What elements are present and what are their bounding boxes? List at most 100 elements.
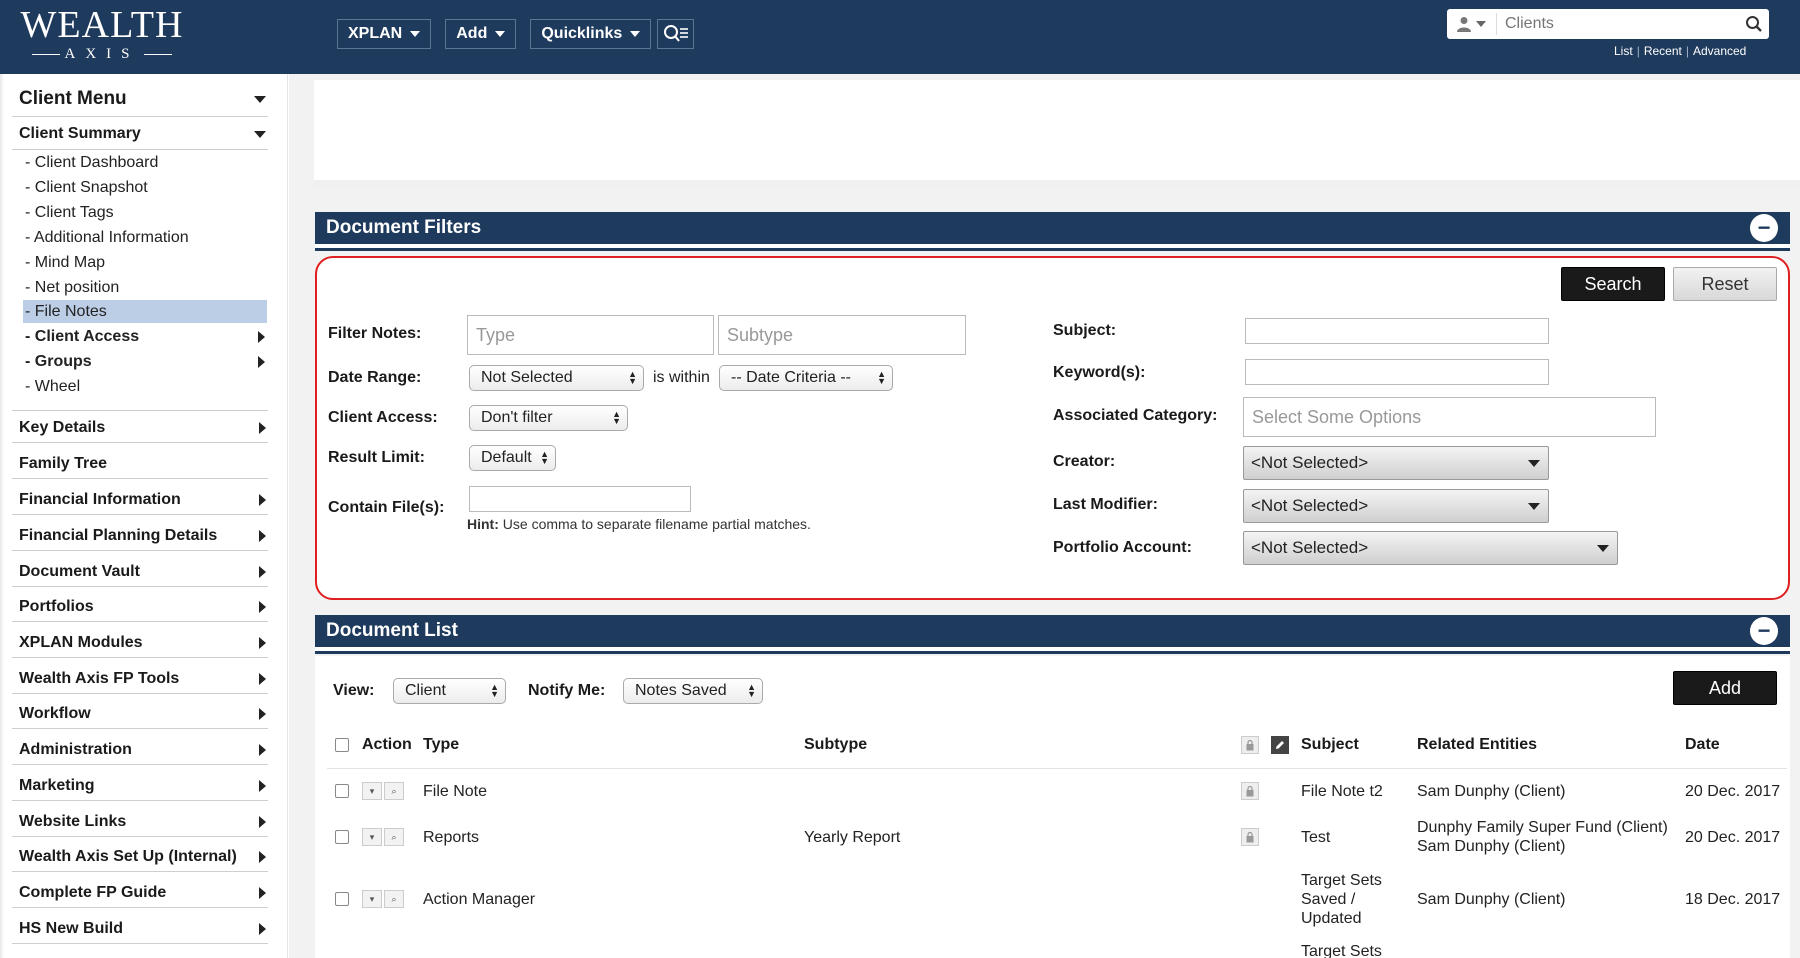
magnify-icon[interactable]: ⌕	[384, 890, 404, 908]
client-search-input[interactable]	[1497, 15, 1739, 33]
creator-select[interactable]: <Not Selected>	[1243, 446, 1549, 480]
subject-input[interactable]	[1245, 318, 1549, 344]
sidebar-section-document-vault[interactable]: Document Vault	[12, 557, 268, 587]
row-subject[interactable]: Test	[1301, 828, 1330, 847]
caret-right-icon	[259, 886, 266, 899]
sidebar-item-client-access[interactable]: - Client Access	[23, 325, 267, 348]
associated-category-multiselect[interactable]: Select Some Options	[1243, 397, 1656, 437]
row-type[interactable]: File Note	[423, 782, 487, 801]
row-related-entity[interactable]: Dunphy Family Super Fund (Client)	[1417, 818, 1668, 837]
sidebar-section-administration[interactable]: Administration	[12, 735, 268, 765]
contain-files-hint: Hint: Use comma to separate filename par…	[467, 516, 811, 532]
client-summary-header[interactable]: Client Summary	[12, 122, 268, 146]
col-related-entities-header[interactable]: Related Entities	[1417, 736, 1537, 754]
sidebar-section-key-details[interactable]: Key Details	[12, 413, 268, 443]
type-field[interactable]: Type	[467, 315, 714, 355]
dropdown-arrow-icon[interactable]: ▾	[362, 782, 382, 800]
sidebar-item-file-notes[interactable]: - File Notes	[23, 300, 267, 323]
dropdown-arrow-icon[interactable]: ▾	[362, 828, 382, 846]
date-criteria-value: -- Date Criteria --	[731, 369, 852, 386]
col-subject-header[interactable]: Subject	[1301, 736, 1359, 754]
client-menu-label: Client Menu	[19, 88, 127, 109]
subtype-field[interactable]: Subtype	[718, 315, 966, 355]
search-button[interactable]: Search	[1561, 267, 1665, 301]
search-icon[interactable]	[1739, 15, 1769, 33]
row-type[interactable]: Reports	[423, 828, 479, 847]
caret-down-icon	[630, 31, 641, 37]
sidebar-section-label: Portfolios	[19, 597, 94, 615]
add-document-button[interactable]: Add	[1673, 671, 1777, 705]
sidebar-section-portfolios[interactable]: Portfolios	[12, 592, 268, 622]
sidebar-item-additional-information[interactable]: - Additional Information	[23, 226, 267, 249]
magnify-icon[interactable]: ⌕	[384, 782, 404, 800]
sidebar-section-financial-information[interactable]: Financial Information	[12, 485, 268, 515]
sidebar-section-wealth-axis-setup[interactable]: Wealth Axis Set Up (Internal)	[12, 842, 268, 872]
client-type-dropdown[interactable]	[1447, 13, 1497, 35]
row-checkbox[interactable]	[335, 892, 349, 906]
client-access-select[interactable]: Don't filter ▲ ▼	[469, 405, 628, 431]
col-date-header[interactable]: Date	[1685, 736, 1720, 754]
row-subject[interactable]: Target Sets Saved / Updated	[1301, 871, 1401, 928]
reset-button[interactable]: Reset	[1673, 267, 1777, 301]
col-type-header[interactable]: Type	[423, 736, 459, 754]
sidebar-item-wheel[interactable]: - Wheel	[23, 375, 267, 398]
nav-add-button[interactable]: Add	[445, 19, 517, 49]
sidebar-section-xplan-modules[interactable]: XPLAN Modules	[12, 628, 268, 658]
sidebar-item-client-tags[interactable]: - Client Tags	[23, 201, 267, 224]
sidebar-section-label: Document Vault	[19, 562, 140, 580]
keywords-input[interactable]	[1245, 359, 1549, 385]
sidebar-section-website-links[interactable]: Website Links	[12, 807, 268, 837]
link-list[interactable]: List	[1614, 44, 1633, 58]
link-recent[interactable]: Recent	[1644, 44, 1682, 58]
search-list-icon[interactable]	[657, 19, 695, 49]
sidebar-section-complete-fp-guide[interactable]: Complete FP Guide	[12, 878, 268, 908]
sidebar-item-groups[interactable]: - Groups	[23, 350, 267, 373]
portfolio-account-select[interactable]: <Not Selected>	[1243, 531, 1618, 565]
sidebar-item-mind-map[interactable]: - Mind Map	[23, 251, 267, 274]
row-subject[interactable]: File Note t2	[1301, 782, 1383, 801]
row-subtype: Yearly Report	[804, 829, 901, 846]
notify-me-select[interactable]: Notes Saved ▲ ▼	[623, 678, 763, 704]
col-subtype-header[interactable]: Subtype	[804, 736, 867, 754]
date-criteria-select[interactable]: -- Date Criteria -- ▲ ▼	[719, 365, 893, 391]
row-checkbox[interactable]	[335, 784, 349, 798]
row-type[interactable]: Action Manager	[423, 890, 535, 909]
row-related-entity[interactable]: Sam Dunphy (Client)	[1417, 890, 1566, 909]
sidebar-section-financial-planning-details[interactable]: Financial Planning Details	[12, 521, 268, 551]
sidebar-section-wealth-axis-fp-tools[interactable]: Wealth Axis FP Tools	[12, 664, 268, 694]
sidebar-section-hs-new-build[interactable]: HS New Build	[12, 914, 268, 944]
view-select[interactable]: Client ▲ ▼	[393, 678, 506, 704]
contain-files-input[interactable]	[469, 486, 691, 512]
keywords-label: Keyword(s):	[1053, 364, 1146, 381]
nav-quicklinks-button[interactable]: Quicklinks	[530, 19, 652, 49]
logo-sub-label: AXIS	[64, 46, 140, 62]
sidebar-item-client-dashboard[interactable]: - Client Dashboard	[23, 151, 267, 174]
row-related-entity[interactable]: Sam Dunphy (Client)	[1417, 837, 1566, 856]
collapse-minus-icon[interactable]: −	[1750, 214, 1778, 242]
sidebar-section-family-tree[interactable]: Family Tree	[12, 449, 268, 479]
client-menu-header[interactable]: Client Menu	[12, 86, 268, 112]
wealth-axis-logo[interactable]: WEALTH AXIS	[12, 6, 192, 66]
row-related-entity[interactable]: Sam Dunphy (Client)	[1417, 782, 1566, 801]
magnify-icon[interactable]: ⌕	[384, 828, 404, 846]
date-range-select[interactable]: Not Selected ▲ ▼	[469, 365, 644, 391]
dropdown-arrow-icon[interactable]: ▾	[362, 890, 382, 908]
sidebar-section-marketing[interactable]: Marketing	[12, 771, 268, 801]
sidebar-section-label: XPLAN Modules	[19, 633, 143, 651]
logo-main-text: WEALTH	[20, 4, 184, 46]
nav-add-label: Add	[456, 25, 488, 42]
document-list-header: Document List −	[315, 615, 1790, 651]
sidebar-item-net-position[interactable]: - Net position	[23, 276, 267, 299]
last-modifier-value: <Not Selected>	[1251, 496, 1369, 515]
row-checkbox[interactable]	[335, 830, 349, 844]
last-modifier-select[interactable]: <Not Selected>	[1243, 489, 1549, 523]
sidebar-section-workflow[interactable]: Workflow	[12, 699, 268, 729]
select-all-checkbox[interactable]	[335, 738, 349, 752]
collapse-minus-icon[interactable]: −	[1750, 617, 1778, 645]
sidebar-item-client-snapshot[interactable]: - Client Snapshot	[23, 176, 267, 199]
row-subject[interactable]: Target Sets	[1301, 942, 1382, 958]
result-limit-select[interactable]: Default ▲ ▼	[469, 445, 556, 471]
link-advanced[interactable]: Advanced	[1693, 44, 1746, 58]
client-summary-label: Client Summary	[19, 125, 141, 142]
nav-xplan-button[interactable]: XPLAN	[337, 19, 432, 49]
